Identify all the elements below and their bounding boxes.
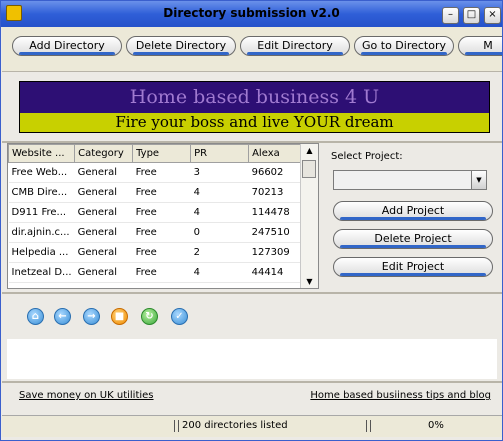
- cell-type: Free: [132, 242, 191, 263]
- stop-icon[interactable]: ■: [111, 308, 128, 325]
- cell-type: Free: [132, 222, 191, 243]
- check-icon[interactable]: ✓: [171, 308, 188, 325]
- cell-pr: 4: [190, 202, 249, 223]
- edit-project-button[interactable]: Edit Project: [333, 257, 493, 277]
- maximize-button[interactable]: □: [463, 7, 480, 24]
- table-row[interactable]: CMB Dire... General Free 4 70213: [8, 182, 307, 203]
- refresh-icon[interactable]: ↻: [141, 308, 158, 325]
- cell-alexa: 44414: [248, 262, 307, 283]
- cell-category: General: [74, 222, 133, 243]
- delete-directory-button[interactable]: Delete Directory: [126, 36, 236, 56]
- window-title: Directory submission v2.0: [163, 6, 340, 20]
- cell-website: dir.ajnin.c...: [8, 222, 75, 243]
- cell-website: D911 Fre...: [8, 202, 75, 223]
- cell-website: Free Web...: [8, 162, 75, 183]
- cell-pr: 0: [190, 222, 249, 243]
- cell-website: Helpedia ...: [8, 242, 75, 263]
- status-progress: 0%: [428, 420, 444, 431]
- uk-utilities-link[interactable]: Save money on UK utilities: [19, 390, 154, 401]
- table-row[interactable]: Inetzeal D... General Free 4 44414: [8, 262, 307, 283]
- column-header-alexa[interactable]: Alexa: [248, 144, 308, 163]
- edit-directory-button[interactable]: Edit Directory: [240, 36, 350, 56]
- cell-type: Free: [132, 162, 191, 183]
- banner-headline: Home based business 4 U: [20, 82, 489, 113]
- cell-category: General: [74, 182, 133, 203]
- divider: [2, 292, 502, 294]
- forward-icon[interactable]: →: [83, 308, 100, 325]
- browser-view[interactable]: [7, 339, 497, 379]
- cell-alexa: 127309: [248, 242, 307, 263]
- cell-category: General: [74, 202, 133, 223]
- table-row[interactable]: Helpedia ... General Free 2 127309: [8, 242, 307, 263]
- more-button[interactable]: M: [458, 36, 502, 56]
- column-header-pr[interactable]: PR: [190, 144, 250, 163]
- footer-links: Save money on UK utilities Home based bu…: [2, 385, 502, 407]
- table-row[interactable]: Free Web... General Free 3 96602: [8, 162, 307, 183]
- cell-category: General: [74, 162, 133, 183]
- delete-project-button[interactable]: Delete Project: [333, 229, 493, 249]
- status-bar: 200 directories listed 0%: [2, 415, 502, 437]
- go-to-directory-button[interactable]: Go to Directory: [354, 36, 454, 56]
- tips-blog-link[interactable]: Home based busiiness tips and blog: [310, 390, 491, 401]
- cell-category: General: [74, 262, 133, 283]
- scroll-down-arrow-icon[interactable]: ▼: [301, 277, 318, 286]
- cell-type: Free: [132, 262, 191, 283]
- column-header-category[interactable]: Category: [74, 144, 134, 163]
- app-window: Directory submission v2.0 – □ × Add Dire…: [0, 0, 503, 441]
- back-icon[interactable]: ←: [54, 308, 71, 325]
- divider: [2, 381, 502, 383]
- title-bar: Directory submission v2.0 – □ ×: [1, 1, 502, 27]
- column-header-website[interactable]: Website ...: [8, 144, 76, 163]
- cell-alexa: 96602: [248, 162, 307, 183]
- table-scrollbar[interactable]: ▲ ▼: [300, 144, 318, 288]
- select-project-label: Select Project:: [331, 151, 403, 162]
- cell-website: Inetzeal D...: [8, 262, 75, 283]
- add-project-button[interactable]: Add Project: [333, 201, 493, 221]
- status-separator: [366, 420, 371, 432]
- cell-pr: 2: [190, 242, 249, 263]
- browser-nav-bar: ⌂ ← → ■ ↻ ✓: [7, 299, 497, 339]
- project-panel: Select Project: ▼ Add Project Delete Pro…: [321, 143, 502, 291]
- cell-pr: 4: [190, 262, 249, 283]
- cell-pr: 3: [190, 162, 249, 183]
- table-row[interactable]: D911 Fre... General Free 4 114478: [8, 202, 307, 223]
- ad-banner[interactable]: Home based business 4 U Fire your boss a…: [19, 81, 490, 133]
- table-row[interactable]: dir.ajnin.c... General Free 0 247510: [8, 222, 307, 243]
- cell-alexa: 70213: [248, 182, 307, 203]
- project-select[interactable]: ▼: [333, 170, 487, 190]
- minimize-button[interactable]: –: [442, 7, 459, 24]
- home-icon[interactable]: ⌂: [27, 308, 44, 325]
- directory-table[interactable]: Website ... Category Type PR Alexa Free …: [7, 143, 319, 289]
- toolbar: Add Directory Delete Directory Edit Dire…: [2, 27, 502, 72]
- cell-type: Free: [132, 182, 191, 203]
- cell-alexa: 114478: [248, 202, 307, 223]
- cell-pr: 4: [190, 182, 249, 203]
- cell-website: CMB Dire...: [8, 182, 75, 203]
- banner-tagline: Fire your boss and live YOUR dream: [20, 113, 489, 132]
- chevron-down-icon[interactable]: ▼: [471, 171, 486, 189]
- scroll-up-arrow-icon[interactable]: ▲: [301, 146, 318, 155]
- cell-type: Free: [132, 202, 191, 223]
- close-button[interactable]: ×: [484, 7, 501, 24]
- cell-alexa: 247510: [248, 222, 307, 243]
- scroll-thumb[interactable]: [302, 160, 316, 178]
- status-count: 200 directories listed: [182, 420, 288, 431]
- status-separator: [174, 420, 179, 432]
- column-header-type[interactable]: Type: [132, 144, 192, 163]
- cell-category: General: [74, 242, 133, 263]
- add-directory-button[interactable]: Add Directory: [12, 36, 122, 56]
